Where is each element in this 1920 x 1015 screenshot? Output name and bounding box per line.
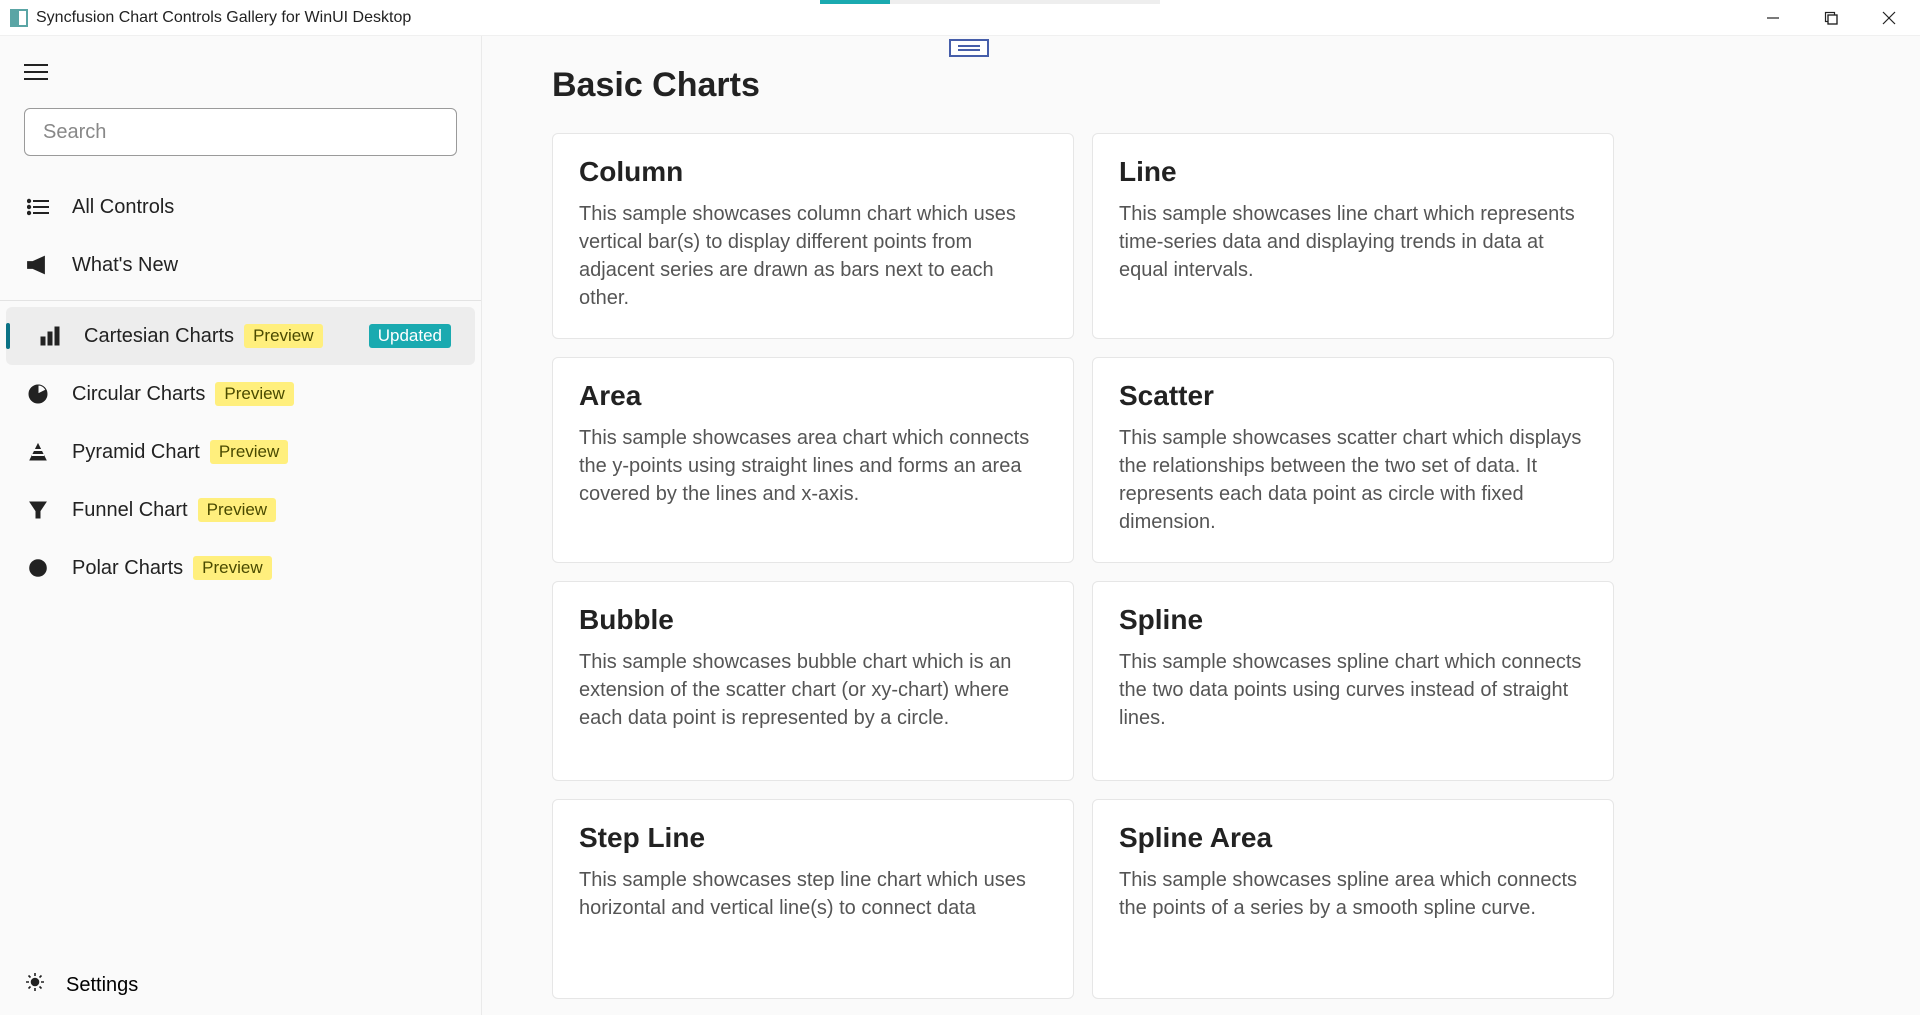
sidebar-item-label: Polar Charts — [72, 557, 183, 580]
sidebar-item-label: Cartesian Charts — [84, 325, 234, 348]
titlebar: Syncfusion Chart Controls Gallery for Wi… — [0, 0, 1920, 36]
top-progress-strip — [820, 0, 1160, 4]
megaphone-icon — [24, 255, 52, 275]
card-area[interactable]: Area This sample showcases area chart wh… — [552, 357, 1074, 563]
sidebar: All Controls What's New Cartesian Charts… — [0, 36, 482, 1015]
sidebar-divider — [0, 300, 481, 301]
close-button[interactable] — [1860, 0, 1918, 36]
card-line[interactable]: Line This sample showcases line chart wh… — [1092, 133, 1614, 339]
card-title: Area — [579, 380, 1047, 412]
sidebar-item-settings[interactable]: Settings — [0, 955, 481, 1015]
card-desc: This sample showcases line chart which r… — [1119, 200, 1587, 284]
sidebar-item-label: Circular Charts — [72, 383, 205, 406]
card-step-line[interactable]: Step Line This sample showcases step lin… — [552, 799, 1074, 999]
content-area: Basic Charts Column This sample showcase… — [482, 36, 1920, 1015]
page-title: Basic Charts — [552, 66, 1850, 105]
card-title: Step Line — [579, 822, 1047, 854]
search-input[interactable] — [24, 108, 457, 156]
maximize-button[interactable] — [1802, 0, 1860, 36]
card-title: Scatter — [1119, 380, 1587, 412]
sidebar-item-whats-new[interactable]: What's New — [0, 236, 481, 294]
sidebar-item-label: Funnel Chart — [72, 499, 188, 522]
card-title: Line — [1119, 156, 1587, 188]
updated-badge: Updated — [369, 324, 451, 348]
card-desc: This sample showcases scatter chart whic… — [1119, 424, 1587, 536]
sidebar-item-funnel-chart[interactable]: Funnel Chart Preview — [0, 481, 481, 539]
preview-badge: Preview — [215, 382, 293, 406]
hamburger-button[interactable] — [18, 54, 54, 90]
pie-chart-icon — [24, 384, 52, 404]
card-column[interactable]: Column This sample showcases column char… — [552, 133, 1074, 339]
sidebar-item-all-controls[interactable]: All Controls — [0, 178, 481, 236]
sidebar-item-label: All Controls — [72, 196, 174, 219]
card-title: Bubble — [579, 604, 1047, 636]
card-desc: This sample showcases bubble chart which… — [579, 648, 1047, 732]
card-spline[interactable]: Spline This sample showcases spline char… — [1092, 581, 1614, 781]
pyramid-icon — [24, 442, 52, 462]
dock-indicator-icon — [949, 39, 989, 57]
sidebar-item-polar-charts[interactable]: Polar Charts Preview — [0, 539, 481, 597]
sidebar-item-label: What's New — [72, 254, 178, 277]
polar-icon — [24, 558, 52, 578]
card-desc: This sample showcases area chart which c… — [579, 424, 1047, 508]
funnel-icon — [24, 500, 52, 520]
sidebar-item-label: Pyramid Chart — [72, 441, 200, 464]
card-bubble[interactable]: Bubble This sample showcases bubble char… — [552, 581, 1074, 781]
preview-badge: Preview — [244, 324, 322, 348]
app-icon — [10, 9, 28, 27]
list-icon — [24, 198, 52, 216]
sidebar-item-cartesian-charts[interactable]: Cartesian Charts Preview Updated — [6, 307, 475, 365]
preview-badge: Preview — [210, 440, 288, 464]
card-title: Spline — [1119, 604, 1587, 636]
card-title: Spline Area — [1119, 822, 1587, 854]
card-desc: This sample showcases step line chart wh… — [579, 866, 1047, 922]
preview-badge: Preview — [198, 498, 276, 522]
settings-label: Settings — [66, 974, 138, 997]
card-desc: This sample showcases spline chart which… — [1119, 648, 1587, 732]
gear-icon — [24, 971, 46, 999]
card-scatter[interactable]: Scatter This sample showcases scatter ch… — [1092, 357, 1614, 563]
card-desc: This sample showcases column chart which… — [579, 200, 1047, 312]
bar-chart-icon — [36, 326, 64, 346]
sidebar-item-circular-charts[interactable]: Circular Charts Preview — [0, 365, 481, 423]
search-field[interactable] — [43, 121, 438, 144]
card-title: Column — [579, 156, 1047, 188]
card-grid: Column This sample showcases column char… — [552, 133, 1850, 999]
card-desc: This sample showcases spline area which … — [1119, 866, 1587, 922]
minimize-button[interactable] — [1744, 0, 1802, 36]
window-title: Syncfusion Chart Controls Gallery for Wi… — [36, 9, 411, 27]
card-spline-area[interactable]: Spline Area This sample showcases spline… — [1092, 799, 1614, 999]
sidebar-item-pyramid-chart[interactable]: Pyramid Chart Preview — [0, 423, 481, 481]
preview-badge: Preview — [193, 556, 271, 580]
